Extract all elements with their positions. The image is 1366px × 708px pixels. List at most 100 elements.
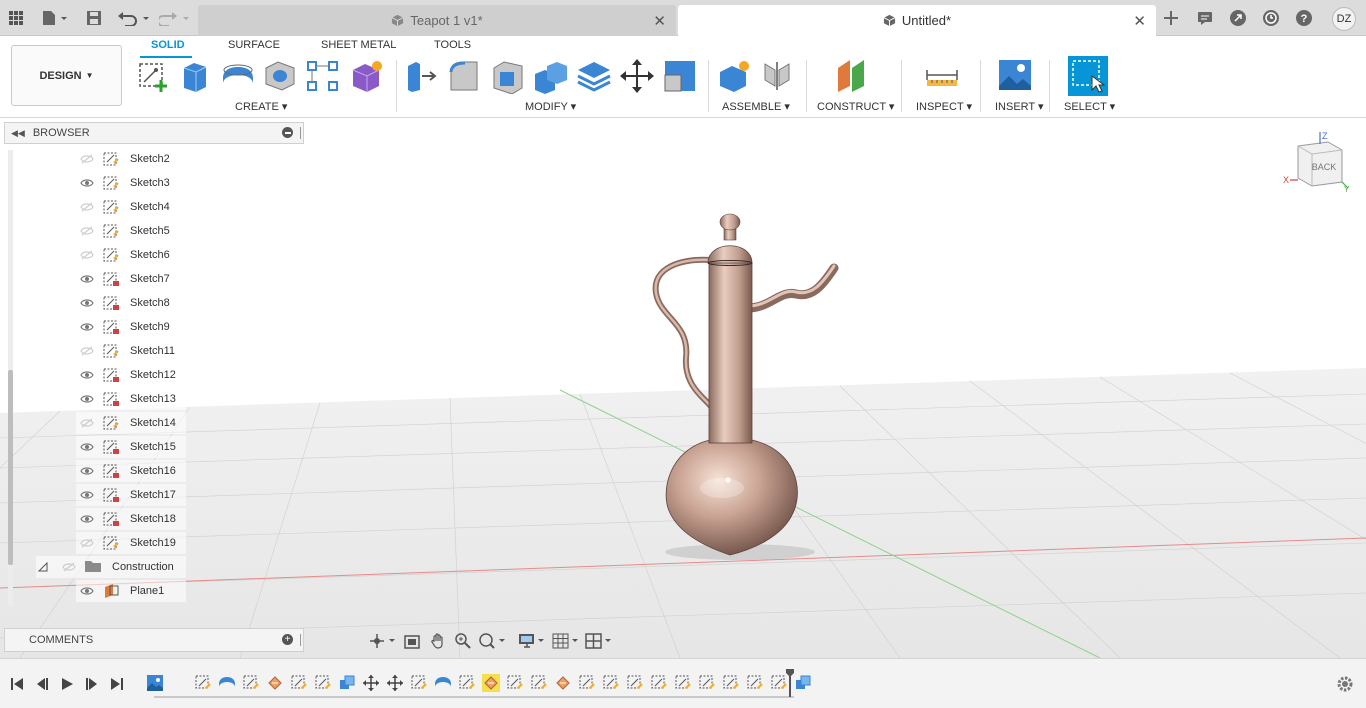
browser-item-sketch[interactable]: Sketch9 bbox=[76, 316, 186, 338]
hole-icon[interactable] bbox=[262, 58, 298, 94]
browser-item-sketch[interactable]: Sketch14 bbox=[76, 412, 186, 434]
construct-menu[interactable]: CONSTRUCT ▾ bbox=[817, 100, 894, 113]
visibility-eye-icon[interactable] bbox=[78, 512, 96, 526]
browser-item-sketch[interactable]: Sketch19 bbox=[76, 532, 186, 554]
browser-item-sketch[interactable]: Sketch16 bbox=[76, 460, 186, 482]
browser-item-sketch[interactable]: Sketch17 bbox=[76, 484, 186, 506]
comments-panel-header[interactable]: COMMENTS + bbox=[4, 628, 304, 652]
visibility-eye-icon[interactable] bbox=[78, 296, 96, 310]
view-cube[interactable]: BACK Z X Y bbox=[1282, 128, 1352, 194]
timeline-sketch-icon[interactable] bbox=[410, 674, 428, 692]
minimize-icon[interactable] bbox=[282, 127, 293, 138]
tab-untitled[interactable]: Untitled* ✕ bbox=[678, 5, 1156, 36]
visibility-eye-icon[interactable] bbox=[78, 176, 96, 190]
zoom-icon[interactable] bbox=[453, 631, 475, 651]
viewcube-face-label[interactable]: BACK bbox=[1312, 162, 1337, 172]
timeline-revolve-icon[interactable] bbox=[218, 674, 236, 692]
visibility-hidden-icon[interactable] bbox=[78, 248, 96, 262]
timeline-sketch-icon[interactable] bbox=[602, 674, 620, 692]
timeline-sketch-icon[interactable] bbox=[194, 674, 212, 692]
visibility-hidden-icon[interactable] bbox=[78, 152, 96, 166]
look-at-icon[interactable] bbox=[401, 631, 423, 651]
orbit-icon[interactable] bbox=[368, 631, 397, 651]
select-menu[interactable]: SELECT ▾ bbox=[1064, 100, 1115, 113]
visibility-eye-icon[interactable] bbox=[78, 368, 96, 382]
go-to-start-icon[interactable] bbox=[8, 675, 26, 693]
timeline-form-icon[interactable] bbox=[266, 674, 284, 692]
offset-face-icon[interactable] bbox=[576, 58, 612, 94]
new-tab-icon[interactable] bbox=[1160, 8, 1182, 28]
create-menu[interactable]: CREATE ▾ bbox=[235, 100, 287, 113]
shell-icon[interactable] bbox=[490, 58, 526, 94]
visibility-eye-icon[interactable] bbox=[78, 440, 96, 454]
timeline-revolve-icon[interactable] bbox=[434, 674, 452, 692]
timeline-move-icon[interactable] bbox=[362, 674, 380, 692]
tab-tools[interactable]: TOOLS bbox=[434, 39, 471, 51]
visibility-eye-icon[interactable] bbox=[78, 488, 96, 502]
browser-item-sketch[interactable]: Sketch4 bbox=[76, 196, 186, 218]
browser-item-sketch[interactable]: Sketch2 bbox=[76, 148, 186, 170]
joint-icon[interactable] bbox=[759, 58, 795, 94]
tab-solid[interactable]: SOLID bbox=[151, 39, 185, 51]
visibility-hidden-icon[interactable] bbox=[78, 416, 96, 430]
visibility-eye-icon[interactable] bbox=[78, 464, 96, 478]
insert-image-icon[interactable] bbox=[997, 58, 1033, 94]
browser-item-sketch[interactable]: Sketch5 bbox=[76, 220, 186, 242]
offset-plane-icon[interactable] bbox=[834, 58, 870, 94]
timeline-combine-icon[interactable] bbox=[794, 674, 812, 692]
timeline-sketch-icon[interactable] bbox=[530, 674, 548, 692]
timeline-sketch-icon[interactable] bbox=[458, 674, 476, 692]
redo-icon[interactable] bbox=[158, 8, 192, 28]
tab-teapot[interactable]: Teapot 1 v1* ✕ bbox=[198, 5, 676, 36]
timeline-sketch-icon[interactable] bbox=[698, 674, 716, 692]
pan-hand-icon[interactable] bbox=[427, 631, 449, 651]
visibility-eye-icon[interactable] bbox=[78, 392, 96, 406]
panel-resize-handle[interactable] bbox=[300, 127, 301, 139]
step-forward-icon[interactable] bbox=[83, 675, 101, 693]
browser-item-sketch[interactable]: Sketch3 bbox=[76, 172, 186, 194]
browser-item-plane[interactable]: Plane1 bbox=[76, 580, 186, 602]
browser-panel-header[interactable]: ◀◀ BROWSER bbox=[4, 122, 304, 144]
tab-surface[interactable]: SURFACE bbox=[228, 39, 280, 51]
viewports-icon[interactable] bbox=[585, 631, 614, 651]
tab-sheet-metal[interactable]: SHEET METAL bbox=[321, 39, 396, 51]
browser-item-sketch[interactable]: Sketch13 bbox=[76, 388, 186, 410]
select-tool-icon[interactable] bbox=[1068, 56, 1108, 96]
help-icon[interactable]: ? bbox=[1293, 8, 1315, 28]
zoom-window-icon[interactable] bbox=[478, 631, 507, 651]
browser-item-sketch[interactable]: Sketch12 bbox=[76, 364, 186, 386]
timeline-sketch-icon[interactable] bbox=[746, 674, 764, 692]
timeline-image-icon[interactable] bbox=[146, 674, 164, 692]
add-comment-icon[interactable]: + bbox=[282, 634, 293, 645]
assemble-menu[interactable]: ASSEMBLE ▾ bbox=[722, 100, 790, 113]
insert-menu[interactable]: INSERT ▾ bbox=[995, 100, 1044, 113]
timeline-sketch-icon[interactable] bbox=[506, 674, 524, 692]
timeline-form-active-icon[interactable] bbox=[482, 674, 500, 692]
fillet-icon[interactable] bbox=[447, 58, 483, 94]
timeline-sketch-icon[interactable] bbox=[650, 674, 668, 692]
timeline-sketch-icon[interactable] bbox=[626, 674, 644, 692]
browser-folder-construction[interactable]: Construction bbox=[36, 556, 186, 578]
measure-icon[interactable] bbox=[924, 58, 960, 94]
timeline-sketch-icon[interactable] bbox=[578, 674, 596, 692]
timeline-sketch-icon[interactable] bbox=[242, 674, 260, 692]
panel-resize-handle[interactable] bbox=[300, 634, 301, 646]
timeline-sketch-icon[interactable] bbox=[314, 674, 332, 692]
visibility-hidden-icon[interactable] bbox=[60, 560, 78, 574]
visibility-eye-icon[interactable] bbox=[78, 320, 96, 334]
file-icon[interactable] bbox=[40, 8, 70, 28]
pattern-icon[interactable] bbox=[305, 58, 341, 94]
browser-item-sketch[interactable]: Sketch6 bbox=[76, 244, 186, 266]
timeline-sketch-icon[interactable] bbox=[290, 674, 308, 692]
timeline-sketch-icon[interactable] bbox=[674, 674, 692, 692]
browser-item-sketch[interactable]: Sketch15 bbox=[76, 436, 186, 458]
workspace-switcher-button[interactable]: DESIGN ▼ bbox=[11, 45, 122, 106]
save-icon[interactable] bbox=[84, 8, 104, 28]
visibility-hidden-icon[interactable] bbox=[78, 344, 96, 358]
browser-item-sketch[interactable]: Sketch7 bbox=[76, 268, 186, 290]
visibility-hidden-icon[interactable] bbox=[78, 224, 96, 238]
visibility-hidden-icon[interactable] bbox=[78, 200, 96, 214]
browser-item-sketch[interactable]: Sketch8 bbox=[76, 292, 186, 314]
gear-icon[interactable] bbox=[1336, 675, 1354, 693]
notifications-icon[interactable] bbox=[1194, 8, 1216, 28]
